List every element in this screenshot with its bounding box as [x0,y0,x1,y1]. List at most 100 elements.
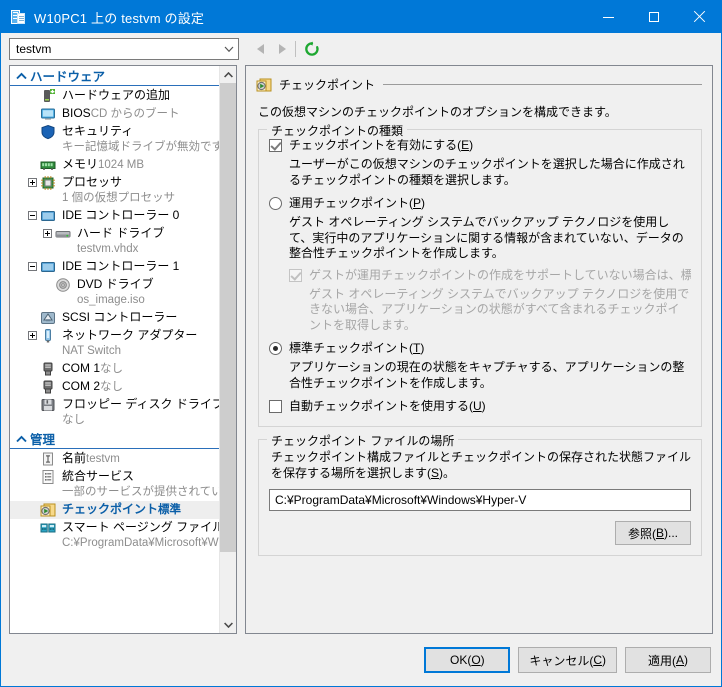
scrollbar-track[interactable] [220,83,236,616]
sidebar-item-12[interactable]: COM 2なし [10,378,219,396]
network-adapter-icon [40,328,58,344]
sidebar-item-label: IDE コントローラー 0 [62,208,180,222]
sidebar-section-header[interactable]: 管理 [10,429,219,449]
checkpoint-path-input[interactable]: C:¥ProgramData¥Microsoft¥Windows¥Hyper-V [269,489,691,511]
sidebar-item-text: 名前testvm [62,451,217,467]
scroll-up-icon[interactable] [220,66,236,83]
enable-checkpoints-checkbox[interactable] [269,139,282,152]
sidebar-item-0[interactable]: ハードウェアの追加 [10,87,219,105]
sidebar-item-label: IDE コントローラー 1 [62,259,180,273]
sidebar-item-text: IDE コントローラー 0 [62,208,217,223]
sidebar-section-title: 管理 [30,433,56,447]
hard-drive-icon [55,226,73,242]
tree-expander[interactable] [25,328,40,340]
expand-plus-icon[interactable] [28,178,37,187]
sidebar-item-1[interactable]: BIOSCD からのブート [10,105,219,123]
sidebar-item-11[interactable]: COM 1なし [10,360,219,378]
tree-expander[interactable] [25,175,40,187]
tree-expander[interactable] [25,259,40,271]
cancel-button[interactable]: キャンセル(C) [518,647,617,673]
auto-checkpoint-checkbox[interactable] [269,400,282,413]
back-arrow-icon[interactable] [249,38,271,60]
tree-expander [25,361,40,364]
sidebar-item-6[interactable]: ハード ドライブ testvm.vhdx [10,225,219,258]
sidebar-item-5[interactable]: IDE コントローラー 0 [10,207,219,225]
sidebar-item-label: メモリ [62,157,99,171]
sidebar-item-label: 名前 [62,451,87,465]
ide-controller-icon [40,259,58,275]
dialog-buttons: OK(O) キャンセル(C) 適用(A) [1,634,721,686]
sidebar-item-text: SCSI コントローラー [62,310,217,325]
browse-button[interactable]: 参照(B)... [615,521,691,545]
sidebar-item-label: COM 1 [62,361,101,375]
sidebar-section-header[interactable]: ハードウェア [10,66,219,86]
name-icon [40,451,58,467]
checkpoint-location-group-title: チェックポイント ファイルの場所 [267,432,459,449]
sidebar-item-1[interactable]: 統合サービス一部のサービスが提供されています [10,468,219,501]
auto-checkpoint-row[interactable]: 自動チェックポイントを使用する(U) [269,399,691,414]
standard-checkpoint-radio[interactable] [269,342,282,355]
standard-checkpoint-row[interactable]: 標準チェックポイント(T) [269,341,691,356]
scrollbar-thumb[interactable] [220,83,236,553]
settings-window: W10PC1 上の testvm の設定 testvm ハードウェア ハードウェ… [0,0,722,687]
standard-checkpoint-label: 標準チェックポイント(T) [289,341,425,355]
sidebar-item-sublabel: os_image.iso [77,294,145,306]
enable-checkpoints-label: チェックポイントを有効にする(E) [289,138,474,152]
sidebar-item-3[interactable]: スマート ページング ファイルの場所 C:¥ProgramData¥Microso… [10,519,219,552]
sidebar-item-3[interactable]: メモリ1024 MB [10,156,219,174]
panel-title: チェックポイント [279,78,376,92]
vm-selector-value: testvm [16,42,52,56]
window-title: W10PC1 上の testvm の設定 [34,10,205,26]
sidebar-item-9[interactable]: SCSI コントローラー [10,309,219,327]
toolbar-separator [295,41,296,57]
sidebar-item-label: COM 2 [62,379,101,393]
enable-checkpoints-row[interactable]: チェックポイントを有効にする(E) [269,138,691,153]
ok-button[interactable]: OK(O) [424,647,511,673]
sidebar-scrollbar[interactable] [219,66,236,633]
collapse-minus-icon[interactable] [28,211,37,220]
apply-button[interactable]: 適用(A) [625,647,711,673]
close-button[interactable] [676,1,721,33]
scroll-down-icon[interactable] [220,616,236,633]
refresh-icon[interactable] [302,39,322,59]
sidebar-item-2[interactable]: チェックポイント標準 [10,501,219,519]
expand-plus-icon[interactable] [43,229,52,238]
sidebar-item-8[interactable]: DVD ドライブ os_image.iso [10,276,219,309]
sidebar-item-0[interactable]: 名前testvm [10,450,219,468]
tree-expander[interactable] [40,226,55,238]
sidebar-item-sublabel: 1024 MB [98,159,145,171]
sidebar-item-13[interactable]: フロッピー ディスク ドライブなし [10,396,219,429]
minimize-button[interactable] [586,1,631,33]
chevron-down-icon [220,46,238,53]
expand-plus-icon[interactable] [28,331,37,340]
sidebar-item-2[interactable]: セキュリティキー記憶域ドライブが無効です [10,123,219,156]
fallback-standard-checkbox [289,268,302,282]
tree-expander [25,124,40,127]
production-checkpoint-row[interactable]: 運用チェックポイント(P) [269,196,691,211]
forward-arrow-icon[interactable] [271,38,293,60]
sidebar-item-text: 統合サービス一部のサービスが提供されています [62,469,219,500]
sidebar-item-text: フロッピー ディスク ドライブなし [62,397,219,428]
maximize-button[interactable] [631,1,676,33]
production-checkpoint-radio[interactable] [269,197,282,210]
sidebar-item-text: ハードウェアの追加 [62,88,217,103]
title-bar: W10PC1 上の testvm の設定 [1,1,721,33]
vm-selector-combobox[interactable]: testvm [9,38,239,60]
sidebar-item-label: プロセッサ [62,175,123,189]
auto-checkpoint-label: 自動チェックポイントを使用する(U) [289,399,486,413]
settings-tree: ハードウェア ハードウェアの追加 BIOSCD からのブート セキュリティキー記憶域ド… [9,65,237,634]
tree-expander [25,451,40,454]
sidebar-item-7[interactable]: IDE コントローラー 1 [10,258,219,276]
checkpoint-type-group-title: チェックポイントの種類 [267,122,408,139]
sidebar-item-10[interactable]: ネットワーク アダプター NAT Switch [10,327,219,360]
sidebar-item-label: BIOS [62,106,91,120]
collapse-minus-icon[interactable] [28,262,37,271]
enable-checkpoints-help: ユーザーがこの仮想マシンのチェックポイントを選択した場合に作成されるチェックポイ… [289,157,685,187]
sidebar-item-sublabel: キー記憶域ドライブが無効です [62,141,219,153]
tree-expander[interactable] [25,208,40,220]
sidebar-item-text: BIOSCD からのブート [62,106,217,122]
sidebar-item-sublabel: CD からのブート [90,108,180,120]
sidebar-item-4[interactable]: プロセッサ 1 個の仮想プロセッサ [10,174,219,207]
com-port-icon [40,361,58,377]
security-shield-icon [40,124,58,140]
